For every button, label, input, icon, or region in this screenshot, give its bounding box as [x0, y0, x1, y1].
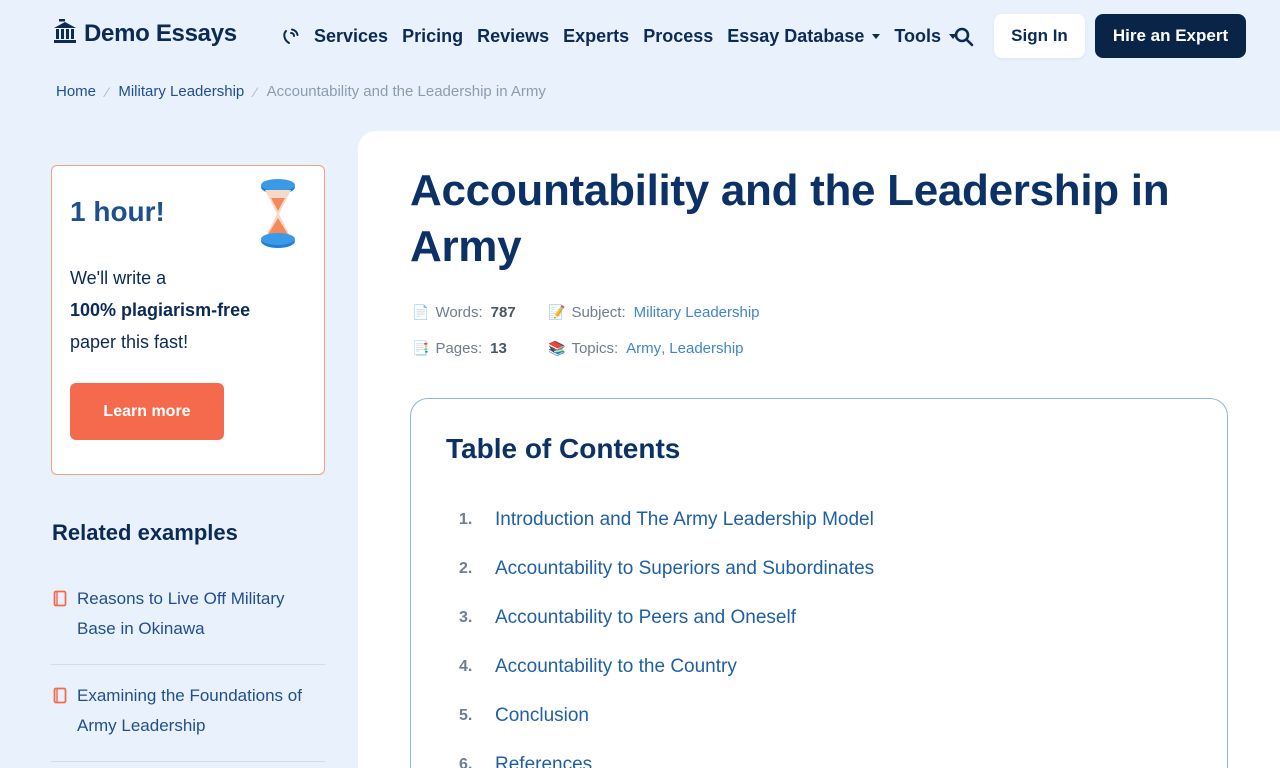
toc-item: 1. Introduction and The Army Leadership …	[459, 495, 874, 544]
subject-link[interactable]: Military Leadership	[634, 304, 760, 321]
toc-number: 3.	[459, 608, 473, 626]
breadcrumb-separator: ⁄	[106, 83, 109, 100]
nav-essay-database[interactable]: Essay Database	[727, 26, 881, 47]
promo-line-1: We'll write a	[70, 268, 167, 288]
pages-value: 13	[490, 339, 507, 357]
table-of-contents: Table of Contents 1. Introduction and Th…	[410, 398, 1228, 768]
subject-label: Subject:	[571, 303, 626, 321]
main-nav: Services Pricing Reviews Experts Process…	[280, 26, 971, 47]
toc-item: 5. Conclusion	[459, 691, 874, 740]
article-card: Accountability and the Leadership in Arm…	[358, 131, 1280, 768]
toc-number: 6.	[459, 755, 473, 768]
nav-tools-label: Tools	[894, 26, 942, 46]
nav-tools[interactable]: Tools	[894, 26, 958, 47]
promo-card: 1 hour! We'll write a 100% plagiarism-fr…	[51, 165, 325, 475]
pages-label: Pages:	[435, 339, 483, 357]
document-icon	[53, 590, 67, 607]
words-label: Words:	[435, 303, 483, 321]
search-icon[interactable]	[953, 26, 975, 48]
toc-link[interactable]: Accountability to the Country	[495, 656, 737, 678]
related-heading: Related examples	[52, 520, 238, 545]
toc-link[interactable]: Conclusion	[495, 705, 589, 727]
site-header: Demo Essays Services Pricing Reviews Exp…	[0, 0, 1280, 72]
sign-in-button[interactable]: Sign In	[994, 14, 1085, 58]
hire-expert-button[interactable]: Hire an Expert	[1095, 14, 1246, 58]
topic-separator: ,	[661, 339, 666, 357]
pages-icon: 📑	[412, 339, 430, 356]
breadcrumb: Home ⁄ Military Leadership ⁄ Accountabil…	[56, 83, 546, 100]
toc-link[interactable]: Accountability to Peers and Oneself	[495, 607, 796, 629]
topics-label: Topics:	[571, 339, 619, 357]
meta-topics: 📚 Topics: Army , Leadership	[548, 340, 744, 357]
meta-pages: 📑 Pages: 13	[412, 340, 507, 357]
toc-number: 4.	[459, 657, 473, 675]
toc-link[interactable]: References	[495, 754, 592, 768]
topic-link-leadership[interactable]: Leadership	[669, 340, 743, 357]
breadcrumb-current: Accountability and the Leadership in Arm…	[266, 83, 546, 100]
toc-item: 3. Accountability to Peers and Oneself	[459, 593, 874, 642]
topic-link-army[interactable]: Army	[626, 340, 661, 357]
toc-number: 5.	[459, 706, 473, 724]
promo-title: 1 hour!	[70, 196, 165, 227]
toc-item: 2. Accountability to Superiors and Subor…	[459, 544, 874, 593]
meta-subject: 📝 Subject: Military Leadership	[548, 304, 760, 321]
chevron-down-icon	[872, 34, 881, 39]
nav-experts[interactable]: Experts	[563, 26, 629, 47]
nav-pricing[interactable]: Pricing	[402, 26, 463, 47]
toc-list: 1. Introduction and The Army Leadership …	[459, 495, 874, 768]
nav-process[interactable]: Process	[643, 26, 713, 47]
list-item[interactable]: Examining the Foundations of Army Leader…	[51, 675, 325, 762]
related-list: Reasons to Live Off Military Base in Oki…	[51, 578, 325, 768]
toc-link[interactable]: Accountability to Superiors and Subordin…	[495, 558, 874, 580]
promo-text: We'll write a 100% plagiarism-free paper…	[70, 262, 310, 358]
toc-link[interactable]: Introduction and The Army Leadership Mod…	[495, 509, 874, 531]
toc-number: 1.	[459, 510, 473, 528]
meta-words: 📄 Words: 787	[412, 304, 516, 321]
breadcrumb-category[interactable]: Military Leadership	[118, 83, 244, 100]
logo-building-icon	[52, 18, 78, 49]
logo[interactable]: Demo Essays	[52, 18, 237, 49]
article-title: Accountability and the Leadership in Arm…	[410, 166, 1170, 271]
related-item-title[interactable]: Examining the Foundations of Army Leader…	[77, 681, 325, 741]
toc-item: 4. Accountability to the Country	[459, 642, 874, 691]
logo-text: Demo Essays	[84, 19, 237, 47]
words-value: 787	[490, 303, 516, 321]
breadcrumb-separator: ⁄	[254, 83, 257, 100]
document-icon	[53, 687, 67, 704]
toc-item: 6. References	[459, 740, 874, 768]
promo-line-3: paper this fast!	[70, 332, 189, 352]
breadcrumb-home[interactable]: Home	[56, 83, 96, 100]
toc-title: Table of Contents	[446, 433, 681, 464]
hourglass-icon	[257, 178, 299, 250]
related-item-title[interactable]: Reasons to Live Off Military Base in Oki…	[77, 584, 325, 644]
memo-icon: 📝	[548, 303, 566, 320]
toc-number: 2.	[459, 559, 473, 577]
nav-essay-database-label: Essay Database	[727, 26, 865, 46]
document-icon: 📄	[412, 303, 430, 320]
learn-more-button[interactable]: Learn more	[70, 383, 224, 440]
nav-reviews[interactable]: Reviews	[477, 26, 549, 47]
phone-icon[interactable]	[280, 27, 300, 47]
nav-services[interactable]: Services	[314, 26, 388, 47]
promo-line-2: 100% plagiarism-free	[70, 300, 251, 320]
book-icon: 📚	[548, 339, 566, 356]
list-item[interactable]: Reasons to Live Off Military Base in Oki…	[51, 578, 325, 665]
